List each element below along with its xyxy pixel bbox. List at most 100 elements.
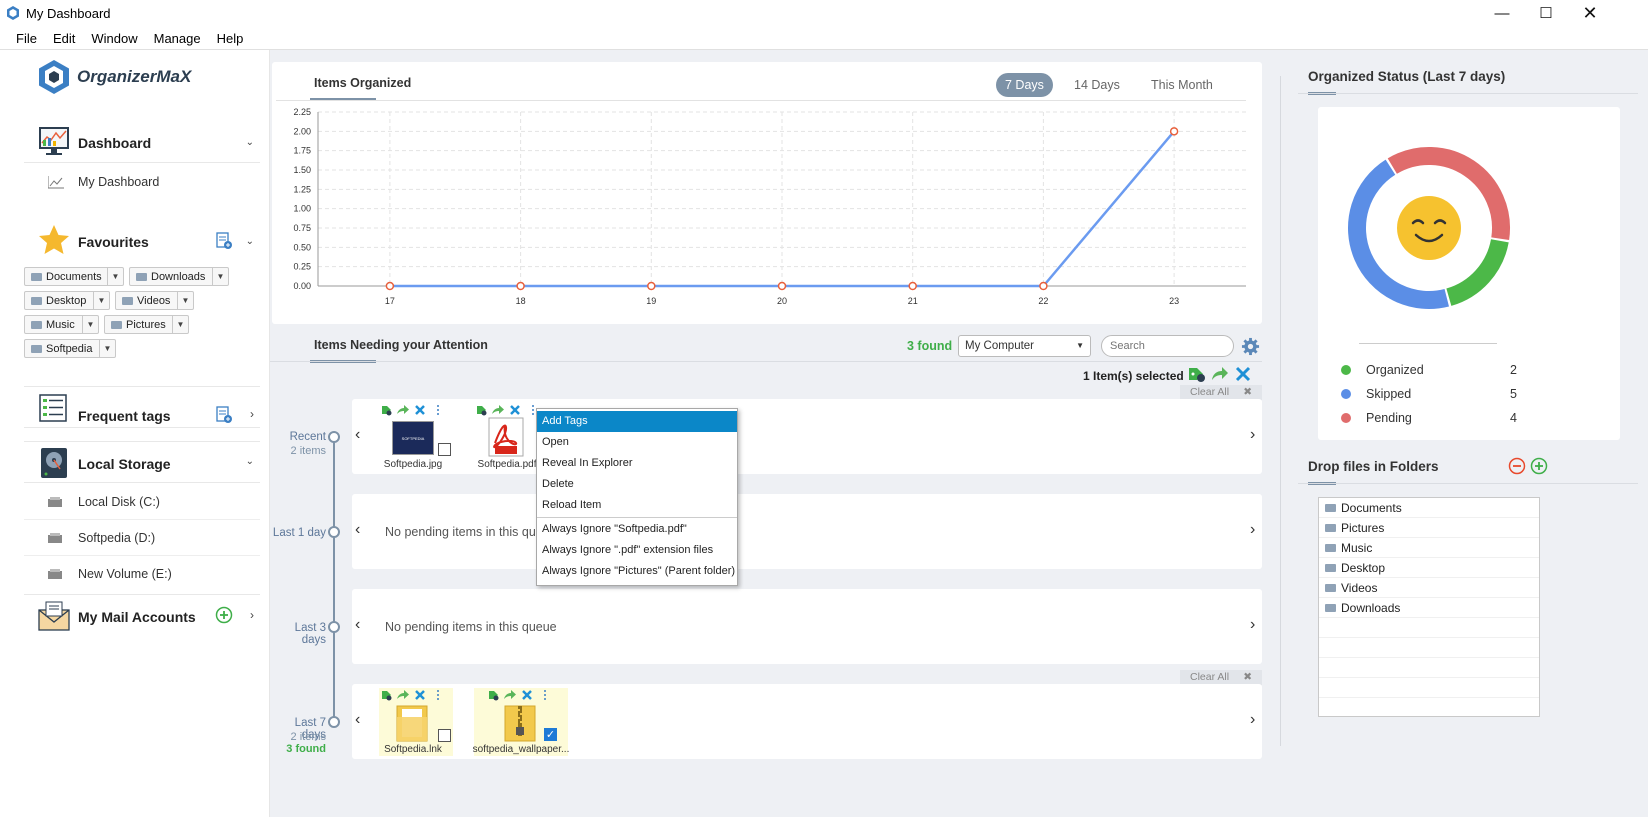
close-button[interactable]: ✕ — [1568, 0, 1612, 27]
search-input[interactable] — [1101, 335, 1234, 357]
nav-mail-accounts[interactable]: My Mail Accounts › — [24, 594, 260, 636]
file-checkbox-checked[interactable]: ✓ — [544, 728, 557, 741]
chevron-down-icon[interactable]: ⌄ — [246, 137, 254, 148]
chevron-left-icon[interactable]: ‹ — [355, 426, 360, 444]
queue-last-7-days: ‹ › Softpedia.lnk ✓ softpedia_wallpaper.… — [352, 684, 1262, 759]
drive-e[interactable]: New Volume (E:) — [24, 556, 260, 592]
fav-chip-documents[interactable]: Documents ▼ — [24, 267, 124, 286]
drop-folder-list: Documents Pictures Music Desktop Videos … — [1318, 497, 1540, 717]
nav-favourites[interactable]: Favourites ⌄ — [24, 220, 260, 262]
file-thumbnail-jpg[interactable]: SOFTPEDIA — [392, 421, 434, 455]
chevron-right-icon[interactable]: › — [1250, 521, 1255, 539]
chevron-down-icon[interactable]: ⌄ — [246, 456, 254, 467]
drop-folder-desktop[interactable]: Desktop — [1319, 558, 1539, 578]
tab-14-days[interactable]: 14 Days — [1074, 78, 1120, 92]
drop-folder-documents[interactable]: Documents — [1319, 498, 1539, 518]
location-select[interactable]: My Computer ▼ — [958, 335, 1091, 357]
drop-folder-pictures[interactable]: Pictures — [1319, 518, 1539, 538]
add-folder-icon[interactable] — [1530, 457, 1548, 475]
file-actions-toolbar[interactable] — [381, 404, 449, 416]
remove-folder-icon[interactable] — [1508, 457, 1526, 475]
ctx-add-tags[interactable]: Add Tags — [537, 411, 737, 432]
file-name: Softpedia.lnk — [384, 744, 442, 755]
file-checkbox[interactable] — [438, 443, 451, 456]
dropdown-arrow-icon[interactable]: ▼ — [172, 316, 188, 333]
clear-all-last-7-days[interactable]: Clear All ✖ — [1180, 670, 1262, 685]
zip-folder-icon[interactable] — [502, 703, 538, 743]
tab-7-days[interactable]: 7 Days — [996, 73, 1053, 97]
fav-chip-downloads[interactable]: Downloads ▼ — [129, 267, 229, 286]
attention-title: Items Needing your Attention — [314, 338, 488, 352]
nav-my-dashboard[interactable]: My Dashboard — [24, 164, 260, 200]
chevron-left-icon[interactable]: ‹ — [355, 711, 360, 729]
ctx-separator — [537, 517, 737, 518]
chevron-right-icon[interactable]: › — [250, 407, 254, 421]
dropdown-arrow-icon[interactable]: ▼ — [212, 268, 228, 285]
chevron-right-icon[interactable]: › — [250, 608, 254, 622]
chevron-right-icon[interactable]: › — [1250, 426, 1255, 444]
y-tick-label: 0.75 — [293, 223, 311, 233]
menu-manage[interactable]: Manage — [146, 27, 209, 46]
ctx-ignore-file[interactable]: Always Ignore "Softpedia.pdf" — [537, 519, 737, 540]
nav-local-storage[interactable]: Local Storage ⌄ — [24, 441, 260, 483]
dropdown-arrow-icon[interactable]: ▼ — [82, 316, 98, 333]
menu-window[interactable]: Window — [83, 27, 145, 46]
data-point — [516, 281, 525, 291]
y-tick-label: 1.75 — [293, 146, 311, 156]
ctx-ignore-parent-folder[interactable]: Always Ignore "Pictures" (Parent folder) — [537, 561, 737, 582]
drop-folder-empty-row — [1319, 678, 1539, 698]
fav-chip-music[interactable]: Music ▼ — [24, 315, 99, 334]
file-checkbox[interactable] — [438, 729, 451, 742]
move-arrow-icon[interactable] — [1211, 366, 1229, 382]
close-icon: ✖ — [1243, 386, 1252, 398]
drive-d[interactable]: Softpedia (D:) — [24, 520, 260, 556]
drop-folder-videos[interactable]: Videos — [1319, 578, 1539, 598]
ctx-ignore-extension[interactable]: Always Ignore ".pdf" extension files — [537, 540, 737, 561]
drop-folder-music[interactable]: Music — [1319, 538, 1539, 558]
chevron-left-icon[interactable]: ‹ — [355, 616, 360, 634]
fav-chip-desktop[interactable]: Desktop ▼ — [24, 291, 110, 310]
tag-add-icon[interactable] — [1188, 365, 1206, 383]
remove-x-icon[interactable] — [1235, 366, 1251, 382]
chevron-right-icon[interactable]: › — [1250, 711, 1255, 729]
menu-file[interactable]: File — [8, 27, 45, 46]
x-tick-label: 21 — [908, 296, 918, 306]
nav-frequent-tags[interactable]: Frequent tags › — [24, 386, 260, 428]
dropdown-arrow-icon[interactable]: ▼ — [99, 340, 115, 357]
ctx-reveal-in-explorer[interactable]: Reveal In Explorer — [537, 453, 737, 474]
fav-chip-pictures[interactable]: Pictures ▼ — [104, 315, 189, 334]
nav-dashboard[interactable]: Dashboard ⌄ — [24, 121, 260, 163]
file-actions-toolbar[interactable] — [476, 404, 544, 416]
pdf-file-icon[interactable] — [487, 417, 525, 457]
smiley-face-icon — [1397, 196, 1461, 260]
dropdown-arrow-icon[interactable]: ▼ — [107, 268, 123, 285]
maximize-button[interactable]: ☐ — [1524, 0, 1568, 27]
ctx-delete[interactable]: Delete — [537, 474, 737, 495]
minimize-button[interactable]: — — [1480, 0, 1524, 27]
drop-folder-downloads[interactable]: Downloads — [1319, 598, 1539, 618]
drive-c[interactable]: Local Disk (C:) — [24, 484, 260, 520]
shortcut-folder-icon[interactable] — [394, 703, 430, 743]
tab-this-month[interactable]: This Month — [1151, 78, 1213, 92]
file-actions-toolbar[interactable] — [381, 689, 449, 701]
ctx-open[interactable]: Open — [537, 432, 737, 453]
fav-chip-softpedia[interactable]: Softpedia ▼ — [24, 339, 116, 358]
chevron-left-icon[interactable]: ‹ — [355, 521, 360, 539]
dropdown-arrow-icon[interactable]: ▼ — [177, 292, 193, 309]
menu-edit[interactable]: Edit — [45, 27, 83, 46]
app-icon — [7, 6, 19, 20]
dropdown-arrow-icon[interactable]: ▼ — [93, 292, 109, 309]
fav-chip-videos[interactable]: Videos ▼ — [115, 291, 194, 310]
clear-all-recent[interactable]: Clear All ✖ — [1180, 385, 1262, 400]
ctx-reload-item[interactable]: Reload Item — [537, 495, 737, 516]
x-tick-label: 18 — [516, 296, 526, 306]
add-mail-account-icon[interactable] — [215, 606, 233, 624]
file-actions-toolbar[interactable] — [488, 689, 556, 701]
items-organized-chart: 0.00 0.25 0.50 0.75 1.00 1.25 1.50 1.75 2.00 2.25… — [293, 107, 1246, 306]
menu-help[interactable]: Help — [209, 27, 252, 46]
add-favourite-icon[interactable] — [216, 232, 232, 250]
settings-gear-icon[interactable] — [1241, 337, 1260, 356]
chevron-down-icon[interactable]: ⌄ — [246, 236, 254, 247]
chevron-right-icon[interactable]: › — [1250, 616, 1255, 634]
add-tag-icon[interactable] — [216, 406, 232, 424]
